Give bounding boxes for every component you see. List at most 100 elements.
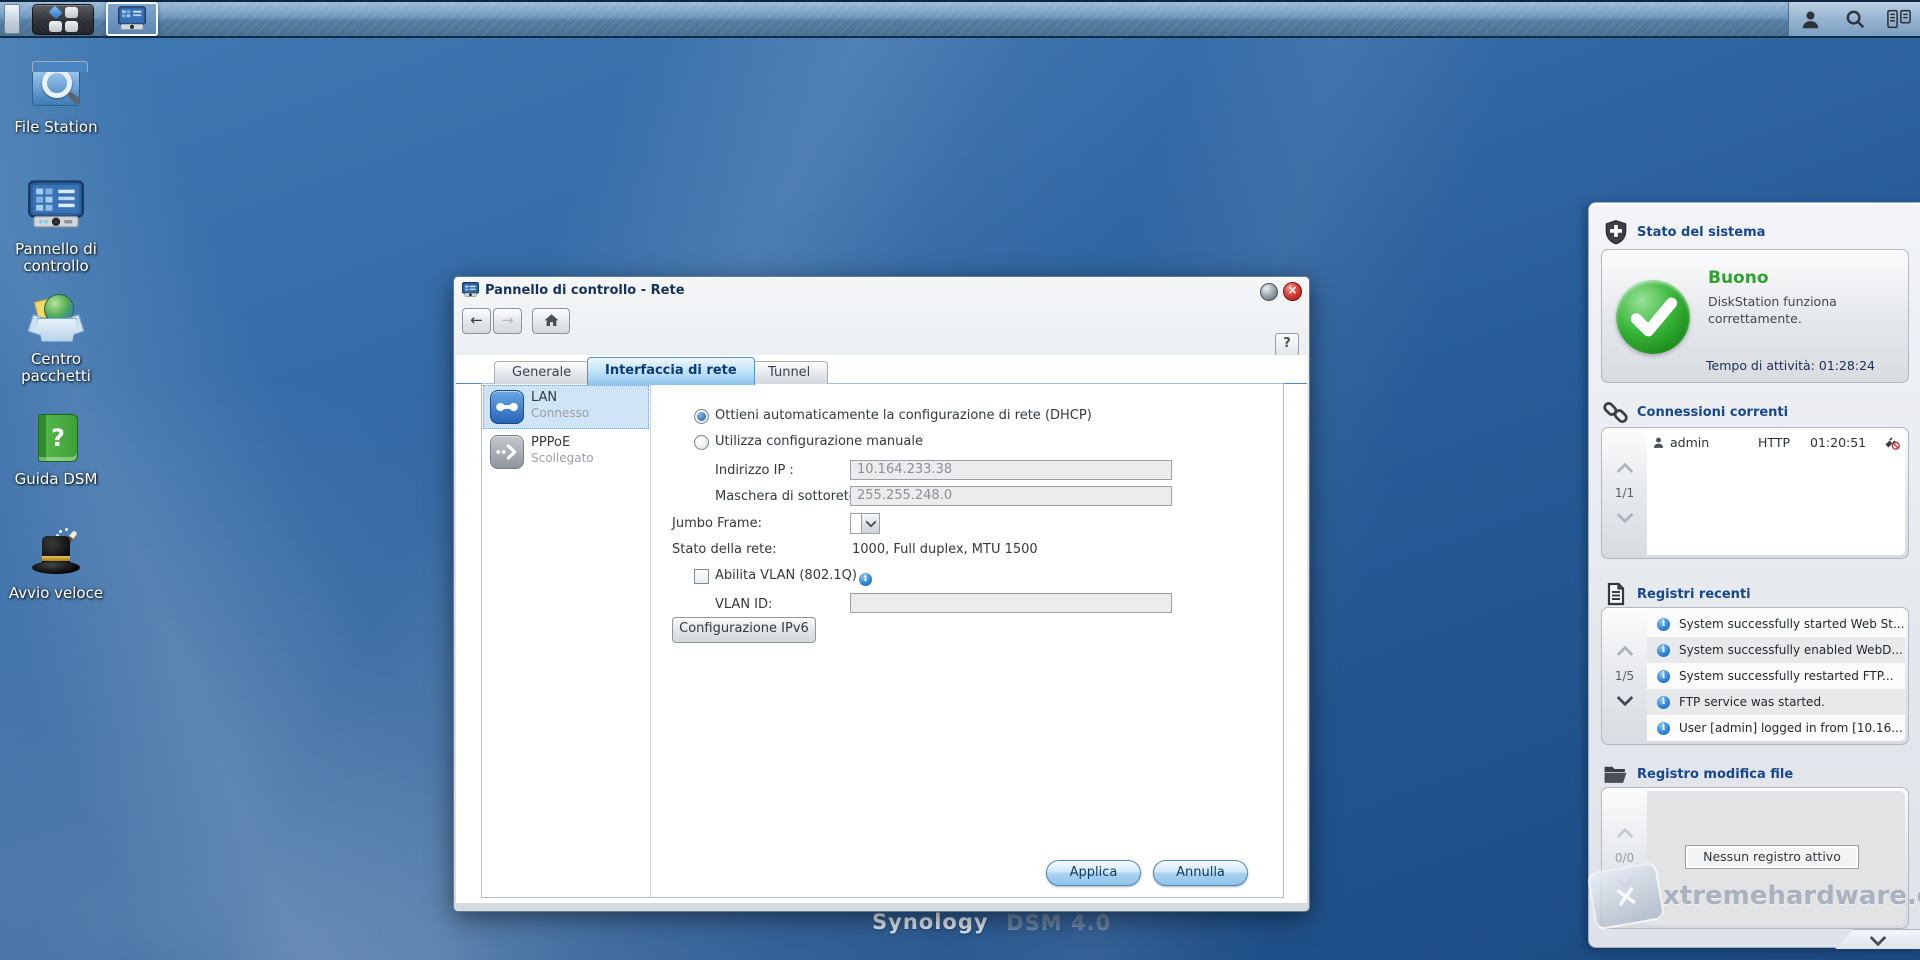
no-active-log-message: Nessun registro attivo — [1685, 845, 1859, 869]
info-icon: i — [1657, 618, 1670, 631]
user-menu-icon[interactable] — [1797, 6, 1823, 32]
connection-time: 01:20:51 — [1810, 435, 1883, 450]
control-panel-network-window: Pannello di controllo - Rete × ← → ? Gen… — [453, 276, 1310, 912]
desktop-icon-package-center[interactable]: Centro pacchetti — [8, 290, 104, 385]
vlan-checkbox[interactable] — [694, 569, 709, 584]
vlan-info-icon[interactable]: i — [859, 573, 872, 586]
logs-list: i System successfully started Web St... … — [1647, 611, 1905, 741]
subnet-mask-input[interactable]: 255.255.248.0 — [850, 486, 1172, 506]
desktop-icon-control-panel[interactable]: Pannello di controllo — [8, 180, 104, 275]
back-button[interactable]: ← — [462, 308, 491, 334]
widget-collapse-button[interactable] — [1835, 929, 1920, 949]
manual-config-label: Utilizza configurazione manuale — [715, 434, 923, 449]
connections-header: Connessioni correnti — [1589, 397, 1920, 427]
log-text: User [admin] logged in from [10.16... — [1679, 721, 1903, 735]
desktop-icon-label: Guida DSM — [8, 471, 104, 488]
lan-icon — [490, 390, 524, 424]
log-row: i System successfully enabled WebD... — [1647, 637, 1905, 663]
interface-name: LAN — [531, 390, 557, 405]
manual-config-radio[interactable] — [694, 435, 709, 450]
connections-pager: 1/1 — [1602, 428, 1647, 558]
interface-status: Scollegato — [531, 451, 594, 465]
pager-down-icon[interactable] — [1616, 872, 1633, 889]
desktop-icon-label: Avvio veloce — [8, 585, 104, 602]
desktop-icon-dsm-help[interactable]: ? Guida DSM — [8, 410, 104, 488]
window-content: Generale Interfaccia di rete Tunnel LAN — [456, 355, 1307, 903]
vlan-id-input[interactable] — [850, 593, 1172, 613]
info-icon: i — [1657, 644, 1670, 657]
desktop-icon-file-station[interactable]: File Station — [8, 58, 104, 136]
network-status-value: 1000, Full duplex, MTU 1500 — [852, 542, 1038, 557]
tab-generale[interactable]: Generale — [494, 361, 589, 384]
desktop-icon-label: Centro pacchetti — [8, 351, 104, 385]
apply-button[interactable]: Applica — [1046, 860, 1141, 886]
dsm-version-text: DSM 4.0 — [1006, 910, 1111, 934]
system-status-card: Buono DiskStation funziona correttamente… — [1601, 249, 1909, 383]
log-row: i System successfully started Web St... — [1647, 611, 1905, 637]
window-titlebar[interactable]: Pannello di controllo - Rete — [454, 277, 1309, 303]
main-menu-button[interactable] — [32, 4, 94, 35]
subnet-mask-label: Maschera di sottorete: — [715, 489, 861, 504]
dhcp-radio-label: Ottieni automaticamente la configurazion… — [715, 408, 1092, 423]
interface-item-pppoe[interactable]: PPPoE Scollegato — [483, 430, 649, 474]
disconnect-icon[interactable] — [1883, 435, 1900, 450]
window-title: Pannello di controllo - Rete — [485, 283, 685, 298]
synology-logo-text: Synology — [872, 910, 989, 934]
magnifier-icon — [42, 68, 72, 98]
search-icon[interactable] — [1842, 6, 1868, 32]
ip-address-label: Indirizzo IP : — [715, 463, 794, 478]
jumbo-frame-label: Jumbo Frame: — [672, 516, 762, 531]
forward-button[interactable]: → — [493, 308, 522, 334]
recent-logs-card: 1/5 i System successfully started Web St… — [1601, 607, 1909, 745]
minimize-button[interactable] — [1260, 283, 1278, 301]
pager-down-icon[interactable] — [1616, 507, 1633, 524]
jumbo-frame-select[interactable] — [850, 513, 880, 534]
network-status-label: Stato della rete: — [672, 542, 777, 557]
recent-logs-header: Registri recenti — [1589, 579, 1920, 609]
pager-down-icon[interactable] — [1616, 690, 1633, 707]
open-folder-icon — [1602, 761, 1629, 788]
widget-section-title: Stato del sistema — [1637, 225, 1765, 240]
tab-tunnel[interactable]: Tunnel — [750, 361, 828, 384]
pager-label: 1/1 — [1615, 486, 1634, 500]
shield-cross-icon — [1602, 219, 1629, 246]
close-button[interactable]: × — [1283, 282, 1302, 301]
file-log-empty-area: Nessun registro attivo — [1647, 791, 1905, 925]
dhcp-radio[interactable] — [694, 409, 709, 424]
tab-interfaccia-di-rete[interactable]: Interfaccia di rete — [587, 357, 755, 385]
pppoe-icon — [490, 435, 524, 469]
log-row: i System successfully restarted FTP... — [1647, 663, 1905, 689]
help-button[interactable]: ? — [1275, 333, 1299, 356]
interface-item-lan[interactable]: LAN Connesso — [483, 385, 649, 429]
system-uptime: Tempo di attività: 01:28:24 — [1706, 358, 1875, 373]
log-text: FTP service was started. — [1679, 695, 1825, 709]
taskbar-item-control-panel[interactable] — [106, 2, 158, 36]
ipv6-config-button[interactable]: Configurazione IPv6 — [672, 617, 816, 643]
pager-label: 1/5 — [1615, 669, 1634, 683]
file-station-icon — [28, 58, 84, 114]
home-button[interactable] — [532, 308, 570, 334]
info-icon: i — [1657, 670, 1670, 683]
pager-up-icon[interactable] — [1616, 828, 1633, 845]
system-status-value: Buono — [1708, 268, 1769, 288]
window-icon — [462, 282, 479, 298]
widget-section-title: Registro modifica file — [1637, 767, 1793, 782]
interface-list: LAN Connesso PPPoE Scollegato — [482, 384, 651, 897]
file-log-pager: 0/0 — [1602, 788, 1647, 928]
desktop-watermark: Synology DSM 4.0 — [872, 910, 1111, 934]
taskbar-right-tray — [1788, 2, 1920, 36]
cancel-button[interactable]: Annulla — [1153, 860, 1248, 886]
vlan-id-label: VLAN ID: — [715, 597, 772, 612]
widget-section-title: Registri recenti — [1637, 587, 1751, 602]
connection-protocol: HTTP — [1758, 435, 1810, 450]
desktop-icon-label: Pannello di controllo — [8, 241, 104, 275]
pilot-view-icon[interactable] — [1886, 6, 1912, 32]
desktop-icon-quick-start[interactable]: Avvio veloce — [8, 524, 104, 602]
ip-address-input[interactable]: 10.164.233.38 — [850, 460, 1172, 480]
pager-up-icon[interactable] — [1616, 646, 1633, 663]
log-row: i FTP service was started. — [1647, 689, 1905, 715]
pager-label: 0/0 — [1615, 851, 1634, 865]
connections-card: 1/1 admin HTTP 01:20:51 — [1601, 427, 1909, 559]
pager-up-icon[interactable] — [1616, 463, 1633, 480]
show-desktop-button[interactable] — [4, 4, 20, 34]
